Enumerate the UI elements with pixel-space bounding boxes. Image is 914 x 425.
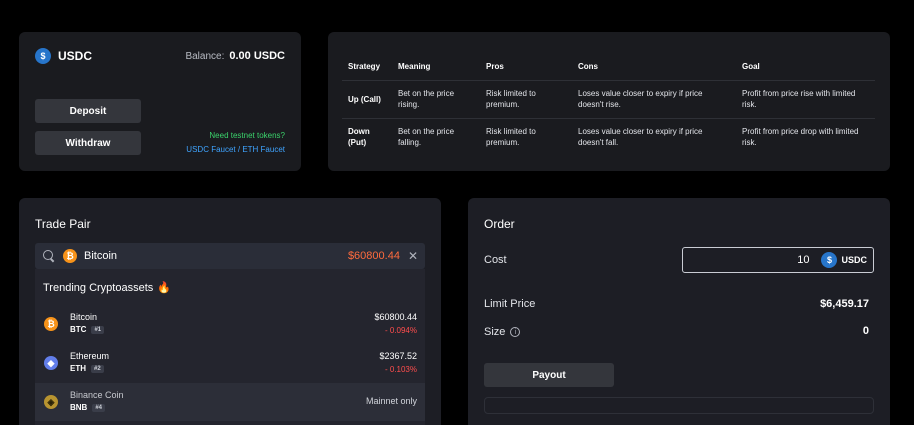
payout-button[interactable]: Payout [484, 363, 614, 387]
list-item[interactable]: ₿ Bitcoin BTC #1 $60800.44 - 0.094% [35, 305, 425, 343]
trending-header: Trending Cryptoassets 🔥 [43, 281, 171, 295]
cell-meaning: Bet on the price falling. [398, 127, 455, 148]
cell-pros: Risk limited to premium. [486, 127, 536, 148]
close-icon[interactable]: ✕ [408, 249, 418, 263]
trade-pair-title: Trade Pair [35, 217, 91, 231]
asset-symbol: BNB #4 [70, 403, 106, 412]
search-input[interactable]: ₿ Bitcoin $60800.44 ✕ [35, 243, 425, 269]
balance-value: 0.00 USDC [229, 50, 285, 62]
asset-change: - 0.094% [384, 326, 417, 335]
payout-bar [484, 397, 874, 414]
order-panel: Order Cost 10 $ USDC Limit Price $6,459.… [468, 198, 890, 425]
deposit-button[interactable]: Deposit [35, 99, 141, 123]
order-title: Order [484, 217, 515, 231]
asset-list: Trending Cryptoassets 🔥 ₿ Bitcoin BTC #1… [35, 269, 425, 425]
asset-price: $60800.44 [374, 312, 417, 322]
trending-label: Trending Cryptoassets [43, 281, 154, 294]
asset-name: Ethereum [70, 351, 110, 361]
header-cons: Cons [572, 54, 736, 81]
symbol-text: BNB [70, 403, 88, 412]
rank-badge: #4 [92, 403, 106, 412]
size-value: 0 [862, 325, 869, 337]
mainnet-only-label: Mainnet only [365, 396, 417, 406]
table-row: Down (Put) Bet on the price falling. Ris… [342, 118, 875, 156]
usdc-icon: $ [35, 48, 51, 64]
table-row: Up (Call) Bet on the price rising. Risk … [342, 80, 875, 119]
asset-name: Binance Coin [70, 390, 124, 400]
withdraw-button[interactable]: Withdraw [35, 131, 141, 155]
limit-price-label: Limit Price [484, 298, 536, 310]
size-row: Size i [484, 326, 521, 338]
list-item[interactable]: ◆ Ethereum ETH #2 $2367.52 - 0.103% [35, 344, 425, 382]
cost-unit: USDC [841, 255, 867, 265]
need-tokens-text: Need testnet tokens? [209, 131, 285, 140]
fire-icon: 🔥 [157, 282, 171, 294]
asset-symbol: ETH #2 [70, 364, 104, 373]
trade-pair-panel: Trade Pair ₿ Bitcoin $60800.44 ✕ Trendin… [19, 198, 441, 425]
header-meaning: Meaning [392, 54, 480, 81]
search-icon [43, 250, 55, 262]
balance-panel: $ USDC Balance: 0.00 USDC Deposit Withdr… [19, 32, 301, 171]
strategy-table: Strategy Meaning Pros Cons Goal Up (Call… [342, 54, 875, 156]
asset-symbol: BTC #1 [70, 325, 105, 334]
cost-value[interactable]: 10 [797, 254, 809, 266]
search-price: $60800.44 [347, 250, 400, 262]
info-icon[interactable]: i [510, 327, 521, 338]
cell-cons: Loses value closer to expiry if price do… [578, 127, 703, 148]
cell-strategy: Up (Call) [342, 80, 392, 119]
asset-price: $2367.52 [379, 351, 417, 361]
header-goal: Goal [736, 54, 875, 81]
testnet-info: Need testnet tokens? USDC Faucet / ETH F… [186, 129, 285, 157]
rank-badge: #2 [91, 364, 104, 373]
symbol-text: BTC [70, 325, 87, 334]
asset-name: Bitcoin [70, 312, 98, 322]
cell-goal: Profit from price drop with limited risk… [742, 127, 859, 148]
list-item: ◈ Binance Coin BNB #4 Mainnet only [35, 383, 425, 421]
limit-price-value: $6,459.17 [820, 298, 869, 310]
coin-name: USDC [58, 49, 93, 63]
binance-coin-icon: ◈ [44, 395, 58, 409]
size-label: Size [484, 326, 506, 338]
coin-header: $ USDC [35, 48, 92, 64]
usdc-icon: $ [821, 252, 838, 268]
cell-cons: Loses value closer to expiry if price do… [572, 80, 736, 119]
cost-label: Cost [484, 254, 507, 266]
header-strategy: Strategy [342, 54, 392, 81]
symbol-text: ETH [70, 364, 86, 373]
cell-goal: Profit from price rise with limited risk… [736, 80, 875, 119]
strategy-panel: Strategy Meaning Pros Cons Goal Up (Call… [328, 32, 890, 171]
table-header-row: Strategy Meaning Pros Cons Goal [342, 54, 875, 81]
search-value[interactable]: Bitcoin [84, 250, 348, 262]
header-pros: Pros [480, 54, 572, 81]
balance-display: Balance: 0.00 USDC [185, 50, 285, 62]
cell-strategy: Down (Put) [348, 127, 370, 148]
rank-badge: #1 [91, 325, 105, 334]
faucet-links[interactable]: USDC Faucet / ETH Faucet [186, 143, 285, 157]
bitcoin-icon: ₿ [44, 317, 58, 331]
bitcoin-icon: ₿ [63, 249, 77, 263]
balance-label: Balance: [185, 51, 225, 62]
cell-meaning: Bet on the price rising. [392, 80, 480, 119]
ethereum-icon: ◆ [44, 356, 58, 370]
cost-input[interactable]: 10 $ USDC [682, 247, 874, 273]
cell-pros: Risk limited to premium. [480, 80, 572, 119]
asset-change: - 0.103% [384, 365, 417, 374]
